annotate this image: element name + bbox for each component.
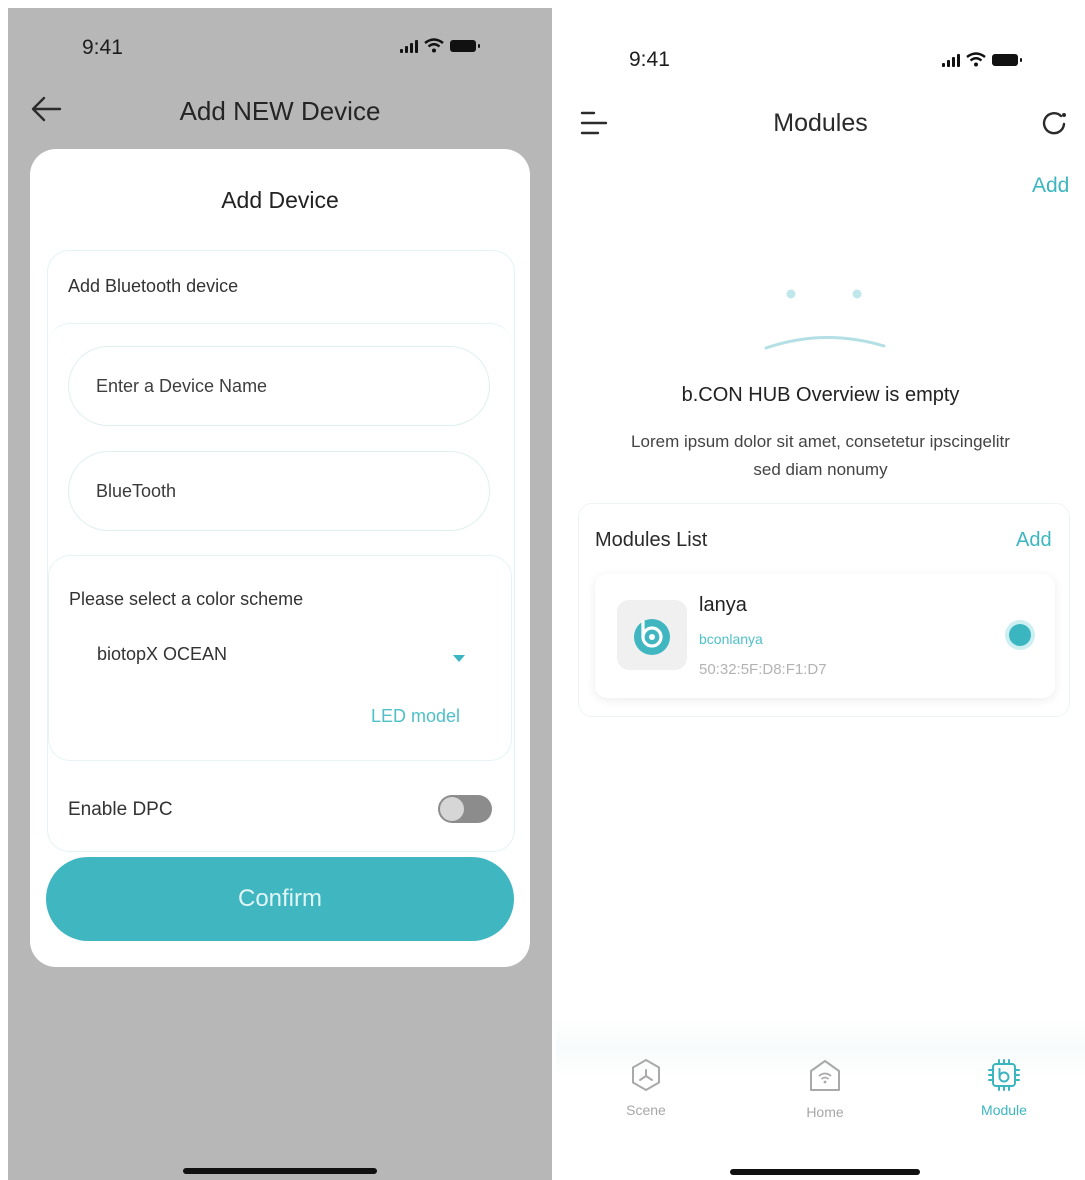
tab-home-label: Home [806, 1104, 844, 1120]
empty-state-title: b.CON HUB Overview is empty [681, 384, 960, 406]
signal-icon [942, 53, 960, 67]
tab-bar: Scene Home Module [556, 1020, 1085, 1180]
chevron-down-icon[interactable] [453, 655, 465, 662]
module-subtitle: bconlanya [699, 631, 763, 647]
toggle-knob [440, 797, 464, 821]
color-scheme-label: Please select a color scheme [69, 589, 304, 609]
wifi-icon [966, 52, 986, 67]
refresh-icon[interactable] [1040, 110, 1068, 138]
tab-scene[interactable]: Scene [576, 1058, 716, 1118]
bluetooth-section: Add Bluetooth device Please select a col… [47, 250, 515, 852]
sad-face-icon [764, 289, 886, 350]
dialog-title: Add Device [221, 187, 339, 213]
add-device-dialog: Add Device Add Bluetooth device Please s… [30, 149, 530, 967]
home-icon [810, 1060, 840, 1091]
bluetooth-input[interactable] [68, 451, 490, 531]
enable-dpc-label: Enable DPC [68, 799, 173, 820]
battery-icon [450, 39, 480, 52]
module-mac-address: 50:32:5F:D8:F1:D7 [699, 661, 827, 678]
page-title: Add NEW Device [179, 96, 381, 126]
status-icons [942, 52, 1022, 67]
bluetooth-section-label: Add Bluetooth device [68, 276, 239, 296]
module-icon [988, 1059, 1020, 1091]
tab-home[interactable]: Home [755, 1058, 895, 1120]
modules-list-title: Modules List [595, 529, 708, 551]
modules-screen: 9:41 Modules Add b.CON HUB Overview is e… [556, 0, 1085, 1180]
module-name: lanya [699, 594, 747, 616]
add-module-button[interactable]: Add [1032, 174, 1069, 198]
list-item[interactable]: lanya bconlanya 50:32:5F:D8:F1:D7 [595, 574, 1055, 698]
modules-list-add-button[interactable]: Add [1016, 529, 1052, 552]
battery-icon [992, 53, 1022, 66]
device-name-input[interactable] [68, 346, 490, 426]
color-scheme-group: Please select a color scheme biotopX OCE… [48, 555, 512, 761]
signal-icon [400, 39, 418, 53]
module-select-radio[interactable] [1005, 620, 1035, 650]
confirm-button[interactable]: Confirm [46, 857, 514, 941]
status-time: 9:41 [629, 48, 670, 71]
color-scheme-select[interactable]: biotopX OCEAN [97, 644, 227, 665]
status-time: 9:41 [82, 36, 123, 59]
page-title: Modules [773, 109, 868, 137]
scene-icon [632, 1059, 660, 1091]
module-avatar [617, 600, 687, 670]
home-indicator [730, 1169, 920, 1175]
enable-dpc-toggle[interactable] [438, 795, 492, 823]
modules-list: Modules List Add lanya bconlanya 50:32:5… [578, 503, 1070, 717]
tab-module[interactable]: Module [934, 1058, 1074, 1118]
bcon-module-icon [634, 619, 670, 655]
wifi-icon [424, 38, 444, 53]
add-device-screen: 9:41 Add NEW Device Add Device Add Bluet… [8, 8, 552, 1180]
empty-state-description: Lorem ipsum dolor sit amet, consetetur i… [631, 432, 1010, 479]
tab-scene-label: Scene [626, 1102, 666, 1118]
led-model-link[interactable]: LED model [371, 706, 460, 727]
home-indicator [183, 1168, 377, 1174]
tab-module-label: Module [981, 1102, 1027, 1118]
status-icons [400, 38, 480, 53]
